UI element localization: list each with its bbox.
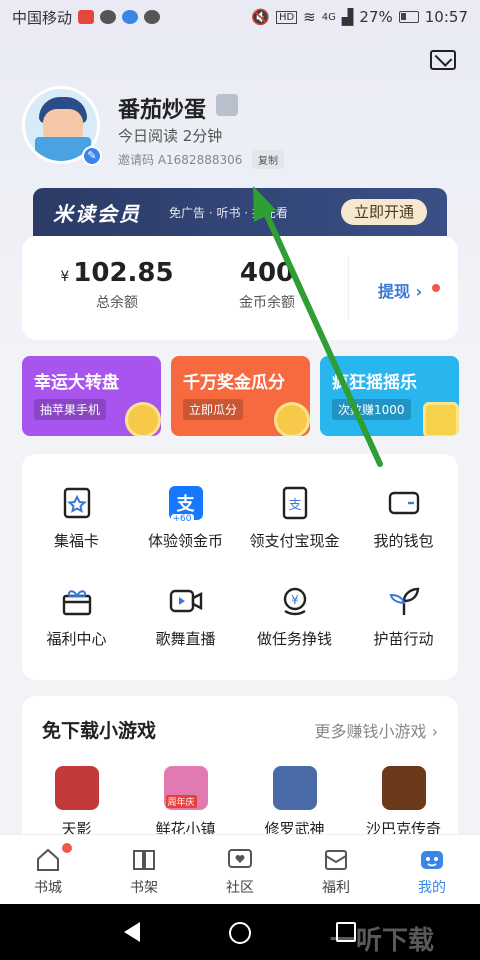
annotation-arrow [253, 186, 383, 467]
